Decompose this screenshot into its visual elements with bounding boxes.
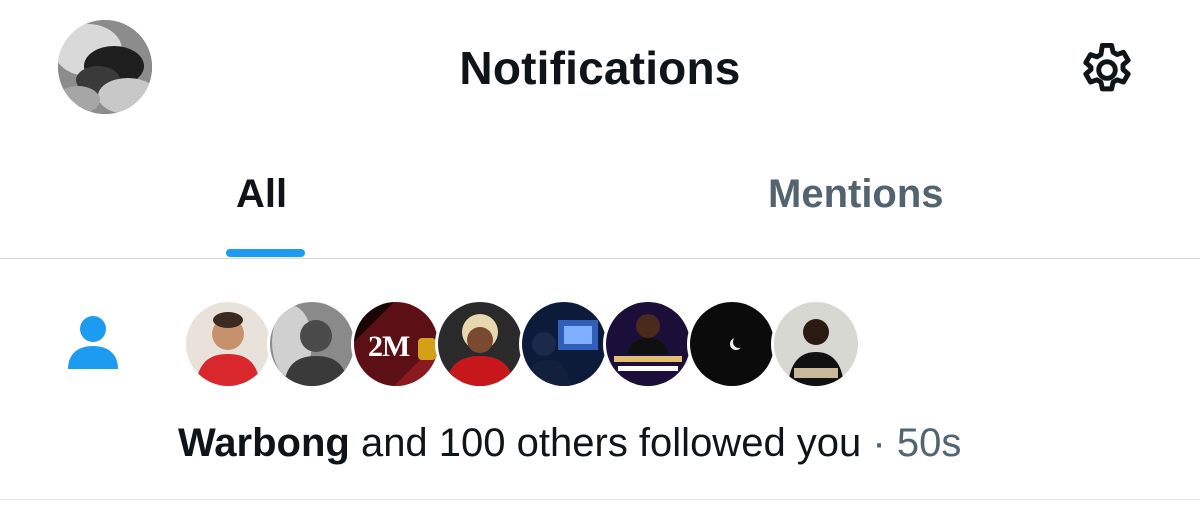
follower-avatar-5[interactable]	[519, 299, 609, 389]
follower-avatar-2[interactable]	[267, 299, 357, 389]
follow-notification[interactable]: 2M Warbong and 100 others followed you ·…	[0, 259, 1200, 500]
money-bag-icon	[418, 338, 436, 360]
person-icon	[68, 316, 118, 369]
top-bar: Notifications	[0, 0, 1200, 140]
tab-all[interactable]: All	[0, 150, 530, 258]
tab-mentions-label: Mentions	[768, 172, 944, 216]
follower-avatar-1[interactable]	[183, 299, 273, 389]
tab-all-label: All	[236, 172, 288, 216]
gear-icon	[1083, 43, 1131, 92]
notification-separator: ·	[861, 421, 897, 465]
active-tab-indicator	[226, 249, 305, 257]
tab-mentions[interactable]: Mentions	[530, 150, 1200, 258]
follower-avatar-3[interactable]: 2M	[351, 299, 441, 389]
follower-avatar-8[interactable]	[771, 299, 861, 389]
follower-name[interactable]: Warbong	[178, 421, 350, 465]
notification-text: Warbong and 100 others followed you · 50…	[178, 419, 961, 467]
notification-message: and 100 others followed you	[349, 421, 862, 465]
page-title: Notifications	[459, 42, 741, 94]
follower-avatar-4[interactable]	[435, 299, 525, 389]
notification-tabs: All Mentions	[0, 150, 1200, 259]
settings-button[interactable]	[1072, 38, 1142, 102]
notification-time: 50s	[896, 421, 962, 465]
follower-avatar-7[interactable]	[687, 299, 777, 389]
follower-avatar-3-text: 2M	[368, 330, 410, 363]
follower-avatar-6[interactable]	[603, 299, 693, 389]
